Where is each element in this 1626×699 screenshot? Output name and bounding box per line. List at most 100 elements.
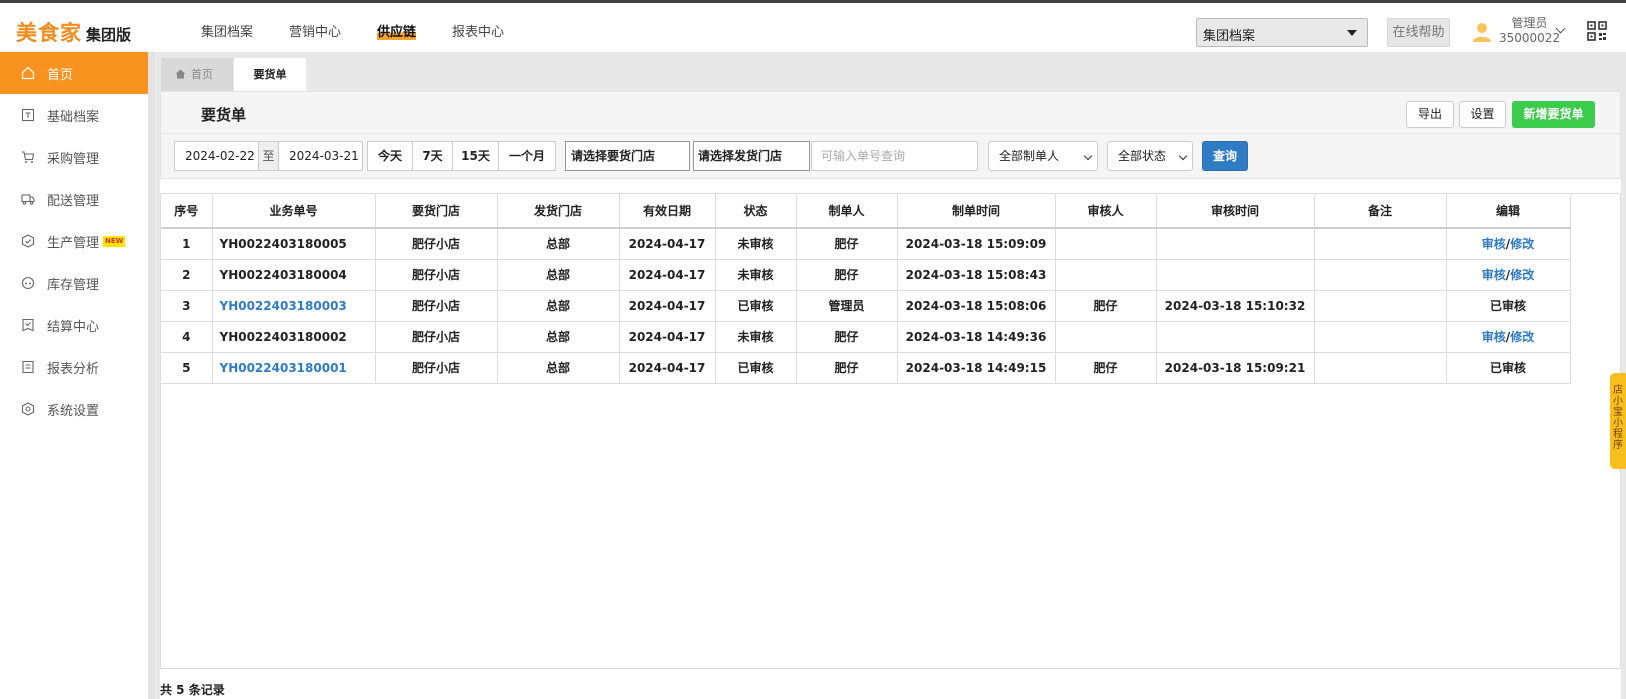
query-button[interactable]: 查询 (1202, 141, 1248, 171)
settings-button[interactable]: 设置 (1459, 101, 1506, 128)
cell-edit: 审核/修改 (1446, 321, 1571, 353)
sidebar-item-report[interactable]: 报表分析 (0, 346, 148, 388)
table-row: 2 YH0022403180004 肥仔小店 总部 2024-04-17 未审核… (161, 259, 1571, 291)
sidebar-item-label: 配送管理 (47, 193, 100, 209)
date-from-input[interactable]: 2024-02-22 (174, 141, 259, 171)
quick-month-button[interactable]: 一个月 (498, 141, 556, 171)
logo[interactable]: 美食家 集团版 (16, 17, 131, 47)
sidebar-item-purchase[interactable]: 采购管理 (0, 136, 148, 178)
sidebar: 首页 基础档案 采购管理 配送管理 生产管理 NEW 库存管理 结算中心 报表分… (0, 52, 155, 699)
ship-store-select[interactable]: 请选择发货门店 (693, 141, 810, 171)
audit-link[interactable]: 审核 (1482, 268, 1506, 282)
modify-link[interactable]: 修改 (1510, 268, 1534, 282)
sidebar-item-production[interactable]: 生产管理 NEW (0, 220, 148, 262)
cell-audited-at: 2024-03-18 15:10:32 (1156, 290, 1315, 322)
cell-audited-at: 2024-03-18 15:09:21 (1156, 352, 1315, 384)
sidebar-item-label: 生产管理 (47, 235, 100, 251)
settings-icon (21, 402, 35, 416)
sidebar-item-label: 采购管理 (47, 151, 100, 167)
quick-15days-button[interactable]: 15天 (452, 141, 499, 171)
quick-today-button[interactable]: 今天 (367, 141, 413, 171)
sidebar-item-settlement[interactable]: 结算中心 (0, 304, 148, 346)
cell-ship-store: 总部 (497, 352, 620, 384)
settlement-icon (21, 318, 35, 332)
qrcode-icon[interactable] (1587, 21, 1607, 41)
date-to-input[interactable]: 2024-03-21 (278, 141, 363, 171)
audit-link[interactable]: 审核 (1482, 330, 1506, 344)
user-info[interactable]: 管理员 35000022 (1499, 16, 1560, 46)
nav-reports[interactable]: 报表中心 (452, 21, 504, 40)
logo-brand: 美食家 (16, 21, 82, 45)
cell-order-no-link[interactable]: YH0022403180003 (212, 290, 376, 322)
cell-maker: 肥仔 (796, 321, 898, 353)
modify-link[interactable]: 修改 (1510, 330, 1534, 344)
cell-valid-date: 2024-04-17 (619, 228, 716, 260)
cell-made-at: 2024-03-18 15:09:09 (897, 228, 1056, 260)
cell-auditor (1055, 259, 1157, 291)
col-audited-at: 审核时间 (1156, 194, 1315, 229)
cart-icon (21, 150, 35, 164)
status-select[interactable]: 全部状态 (1107, 141, 1193, 171)
cell-status: 未审核 (715, 259, 797, 291)
group-select[interactable]: 集团档案 (1196, 18, 1368, 47)
cell-edit: 已审核 (1446, 352, 1571, 384)
cell-auditor: 肥仔 (1055, 290, 1157, 322)
cell-audited-at (1156, 259, 1315, 291)
sidebar-item-home[interactable]: 首页 (0, 52, 148, 94)
cell-valid-date: 2024-04-17 (619, 290, 716, 322)
audit-link[interactable]: 审核 (1482, 237, 1506, 251)
col-edit: 编辑 (1446, 194, 1571, 229)
cell-order-no-link[interactable]: YH0022403180001 (212, 352, 376, 384)
modify-link[interactable]: 修改 (1510, 237, 1534, 251)
cell-made-at: 2024-03-18 15:08:06 (897, 290, 1056, 322)
cell-valid-date: 2024-04-17 (619, 259, 716, 291)
col-note: 备注 (1314, 194, 1447, 229)
top-bar: 美食家 集团版 集团档案 营销中心 供应链 报表中心 集团档案 在线帮助 管理员… (0, 0, 1626, 52)
maker-select-value: 全部制单人 (999, 149, 1060, 163)
home-icon (21, 66, 35, 80)
nav-supply-chain[interactable]: 供应链 (377, 21, 417, 40)
cell-status: 未审核 (715, 228, 797, 260)
sidebar-item-inventory[interactable]: 库存管理 (0, 262, 148, 304)
cell-audited-at (1156, 228, 1315, 260)
chevron-down-icon (1178, 151, 1188, 161)
sidebar-item-label: 报表分析 (47, 361, 100, 377)
sidebar-item-settings[interactable]: 系统设置 (0, 388, 148, 430)
sidebar-item-label: 库存管理 (47, 277, 100, 293)
order-search-input[interactable]: 可输入单号查询 (811, 141, 978, 171)
record-count: 共 5 条记录 (160, 683, 225, 697)
truck-icon (21, 192, 35, 206)
order-table-wrap: 序号 业务单号 要货门店 发货门店 有效日期 状态 制单人 制单时间 审核人 审… (160, 193, 1621, 669)
nav-marketing[interactable]: 营销中心 (289, 21, 341, 40)
quick-7days-button[interactable]: 7天 (412, 141, 453, 171)
export-button[interactable]: 导出 (1406, 101, 1454, 128)
cell-note (1314, 228, 1447, 260)
maker-select[interactable]: 全部制单人 (988, 141, 1098, 171)
new-badge: NEW (103, 235, 126, 247)
online-help-button[interactable]: 在线帮助 (1387, 18, 1450, 47)
sidebar-item-delivery[interactable]: 配送管理 (0, 178, 148, 220)
top-nav: 集团档案 营销中心 供应链 报表中心 (201, 21, 540, 40)
col-ship-store: 发货门店 (497, 194, 620, 229)
cell-no: 4 (161, 321, 213, 353)
cell-request-store: 肥仔小店 (375, 352, 498, 384)
col-status: 状态 (715, 194, 797, 229)
mini-program-side-tab[interactable]: 店小宝小程序 (1610, 373, 1626, 469)
col-request-store: 要货门店 (375, 194, 498, 229)
sidebar-item-label: 基础档案 (47, 109, 100, 125)
sidebar-item-label: 系统设置 (47, 403, 100, 419)
cell-status: 未审核 (715, 321, 797, 353)
user-avatar-icon[interactable] (1471, 21, 1493, 43)
tab-home[interactable]: 首页 (161, 58, 233, 91)
nav-group-archive[interactable]: 集团档案 (201, 21, 253, 40)
tab-order-request[interactable]: 要货单 (234, 58, 306, 91)
request-store-select[interactable]: 请选择要货门店 (565, 141, 690, 171)
cell-note (1314, 352, 1447, 384)
user-id: 35000022 (1499, 31, 1561, 45)
cell-edit: 审核/修改 (1446, 228, 1571, 260)
cell-made-at: 2024-03-18 14:49:36 (897, 321, 1056, 353)
user-name: 管理员 (1511, 16, 1548, 30)
sidebar-item-archive[interactable]: 基础档案 (0, 94, 148, 136)
add-order-button[interactable]: 新增要货单 (1512, 101, 1595, 128)
cell-no: 5 (161, 352, 213, 384)
